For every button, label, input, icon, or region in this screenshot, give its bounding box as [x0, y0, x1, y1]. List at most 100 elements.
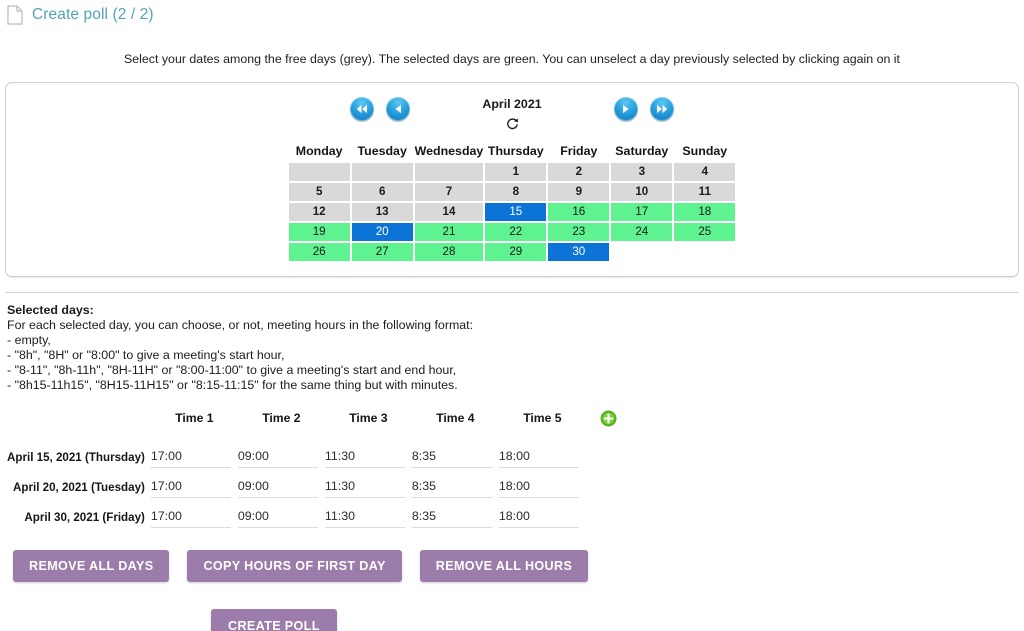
time-input-3-3[interactable] [324, 506, 405, 528]
hours-table: Time 1 Time 2 Time 3 Time 4 Time 5 April… [7, 408, 632, 532]
format-line-3: - "8-11", "8h-11h", "8H-11H" or "8:00-11… [7, 362, 457, 377]
hours-cell [498, 472, 586, 502]
calendar-week-row: 19 20 21 22 23 24 25 [288, 223, 736, 241]
time-input-1-4[interactable] [411, 446, 492, 468]
weekday-friday: Friday [560, 144, 598, 158]
calendar-week-row: 12 13 14 15 16 17 18 [288, 203, 736, 221]
calendar-day-7[interactable]: 7 [414, 183, 484, 201]
calendar-day-empty [288, 163, 350, 181]
calendar-day-18[interactable]: 18 [674, 203, 736, 221]
hours-cell [324, 472, 412, 502]
refresh-icon[interactable] [506, 117, 519, 131]
calendar-day-9[interactable]: 9 [548, 183, 610, 201]
time-input-1-3[interactable] [324, 446, 405, 468]
calendar-day-8[interactable]: 8 [485, 183, 547, 201]
document-icon [7, 4, 23, 25]
calendar-day-15[interactable]: 15 [485, 203, 547, 221]
page-title: Create poll (2 / 2) [32, 5, 154, 23]
calendar-week-row: 26 27 28 29 30 [288, 243, 736, 261]
calendar-day-empty [611, 243, 672, 261]
hours-row-day-label: April 15, 2021 (Thursday) [7, 450, 145, 464]
calendar-day-16[interactable]: 16 [548, 203, 610, 221]
time-input-1-5[interactable] [498, 446, 579, 468]
next-year-button[interactable] [650, 97, 674, 121]
calendar-day-19[interactable]: 19 [288, 223, 350, 241]
calendar-week-row: 5 6 7 8 9 10 11 [288, 183, 736, 201]
month-display: April 2021 [442, 97, 582, 131]
weekday-tuesday: Tuesday [357, 144, 407, 158]
section-divider [5, 292, 1019, 293]
copy-hours-of-first-day-button[interactable]: COPY HOURS OF FIRST DAY [187, 550, 402, 583]
calendar-day-3[interactable]: 3 [611, 163, 673, 181]
time-column-header-1: Time 1 [175, 411, 214, 426]
calendar-day-27[interactable]: 27 [351, 243, 413, 261]
weekday-monday: Monday [295, 144, 343, 158]
month-label: April 2021 [482, 97, 542, 111]
hours-cell [237, 472, 325, 502]
weekday-saturday: Saturday [615, 144, 669, 158]
calendar-day-28[interactable]: 28 [414, 243, 484, 261]
calendar-day-26[interactable]: 26 [288, 243, 350, 261]
calendar-day-5[interactable]: 5 [288, 183, 350, 201]
calendar-day-empty [414, 163, 484, 181]
weekday-thursday: Thursday [487, 144, 544, 158]
time-input-2-3[interactable] [324, 476, 405, 498]
time-input-1-2[interactable] [237, 446, 318, 468]
calendar-day-30[interactable]: 30 [548, 243, 610, 261]
calendar-day-17[interactable]: 17 [611, 203, 673, 221]
next-month-button[interactable] [614, 97, 638, 121]
hours-cell [324, 502, 412, 532]
hours-cell [150, 472, 238, 502]
time-input-2-5[interactable] [498, 476, 579, 498]
instruction-text: Select your dates among the free days (g… [123, 52, 901, 66]
calendar-table: Monday Tuesday Wednesday Thursday Friday… [287, 142, 738, 263]
calendar-day-4[interactable]: 4 [674, 163, 736, 181]
time-input-2-1[interactable] [150, 476, 231, 498]
hours-cell [237, 442, 325, 472]
time-input-3-5[interactable] [498, 506, 579, 528]
calendar-day-13[interactable]: 13 [351, 203, 413, 221]
calendar-day-25[interactable]: 25 [674, 223, 736, 241]
hours-row-day-label: April 30, 2021 (Friday) [24, 510, 145, 524]
create-poll-button[interactable]: CREATE POLL [211, 609, 337, 631]
format-line-2: - "8h", "8H" or "8:00" to give a meeting… [7, 347, 285, 362]
calendar-day-2[interactable]: 2 [548, 163, 610, 181]
weekday-sunday: Sunday [682, 144, 728, 158]
create-poll-row: CREATE POLL [211, 609, 1024, 631]
time-input-3-4[interactable] [411, 506, 492, 528]
calendar-day-20[interactable]: 20 [351, 223, 413, 241]
time-column-header-5: Time 5 [523, 411, 562, 426]
calendar-day-22[interactable]: 22 [485, 223, 547, 241]
time-input-1-1[interactable] [150, 446, 231, 468]
hours-cell [324, 442, 412, 472]
hours-cell [498, 442, 586, 472]
time-input-3-2[interactable] [237, 506, 318, 528]
calendar-day-1[interactable]: 1 [485, 163, 547, 181]
time-input-2-4[interactable] [411, 476, 492, 498]
time-input-3-1[interactable] [150, 506, 231, 528]
calendar-day-23[interactable]: 23 [548, 223, 610, 241]
time-column-header-3: Time 3 [349, 411, 388, 426]
calendar-day-6[interactable]: 6 [351, 183, 413, 201]
hours-cell [411, 472, 499, 502]
calendar-day-10[interactable]: 10 [611, 183, 673, 201]
calendar-week-row: 1234 [288, 163, 736, 181]
calendar-day-11[interactable]: 11 [674, 183, 736, 201]
calendar-day-12[interactable]: 12 [288, 203, 350, 221]
time-input-2-2[interactable] [237, 476, 318, 498]
calendar-day-21[interactable]: 21 [414, 223, 484, 241]
hours-day-column-header [7, 408, 151, 442]
prev-month-button[interactable] [386, 97, 410, 121]
hours-row-spacer [586, 442, 632, 472]
hours-cell [498, 502, 586, 532]
prev-year-button[interactable] [350, 97, 374, 121]
calendar-day-empty [351, 163, 413, 181]
remove-all-hours-button[interactable]: REMOVE ALL HOURS [419, 550, 589, 583]
remove-all-days-button[interactable]: REMOVE ALL DAYS [13, 550, 170, 583]
bulk-actions-row: REMOVE ALL DAYS COPY HOURS OF FIRST DAY … [13, 550, 1024, 583]
add-time-column-button[interactable] [600, 410, 617, 427]
calendar-day-24[interactable]: 24 [611, 223, 673, 241]
calendar-day-29[interactable]: 29 [485, 243, 547, 261]
page-header: Create poll (2 / 2) [0, 0, 1024, 26]
calendar-day-14[interactable]: 14 [414, 203, 484, 221]
